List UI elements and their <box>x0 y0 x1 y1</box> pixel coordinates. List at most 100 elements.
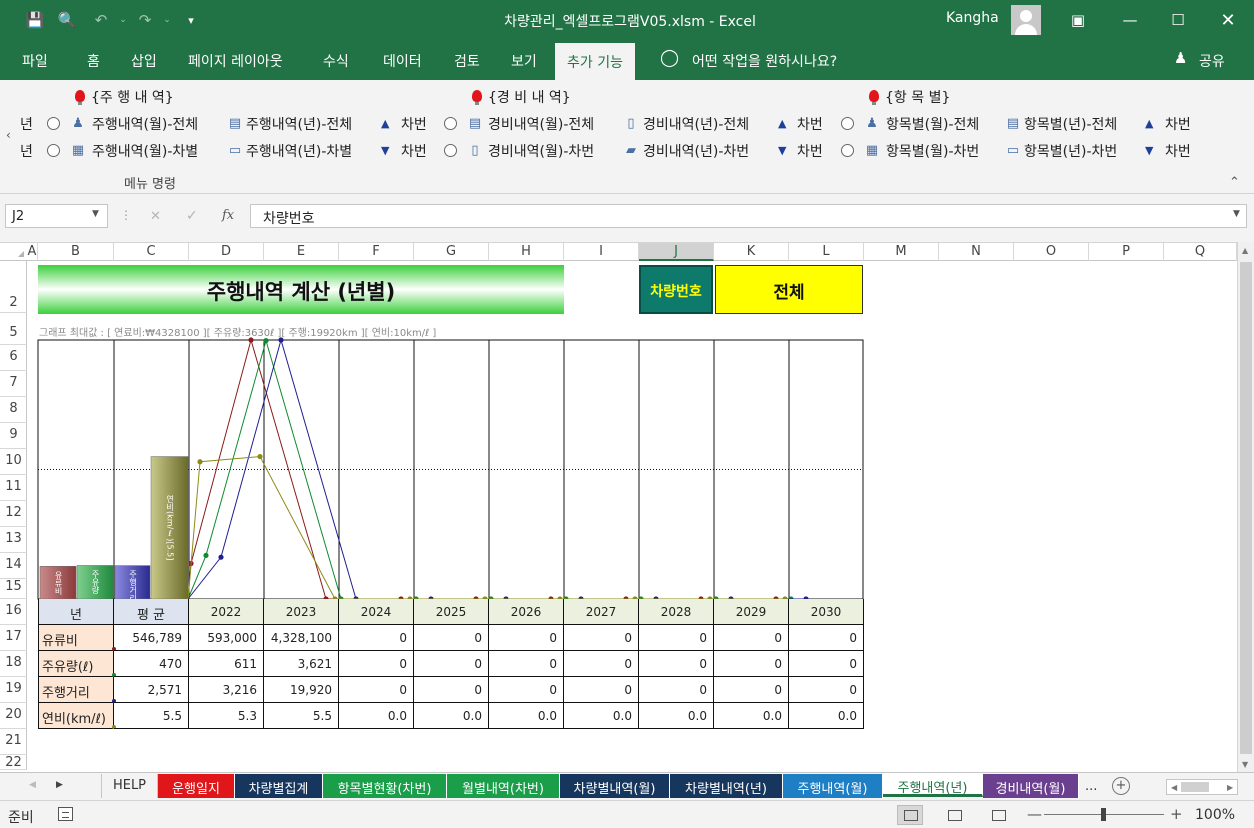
row-header[interactable]: 9 <box>0 423 27 449</box>
menu-car-number[interactable]: 차번 <box>797 114 823 134</box>
select-all-corner-icon[interactable] <box>18 251 24 257</box>
menu-driving-year-car[interactable]: 주행내역(년)-차별 <box>246 141 352 161</box>
value-cell[interactable]: 0 <box>564 625 639 651</box>
ribbon-scroll-left-icon[interactable]: ‹ <box>6 128 11 142</box>
sheet-tab[interactable]: 경비내역(월) <box>983 774 1079 798</box>
tab-add-ins[interactable]: 추가 기능 <box>555 43 635 80</box>
value-cell[interactable]: 0 <box>714 677 789 703</box>
row-header[interactable]: 13 <box>0 527 27 553</box>
row-header[interactable]: 16 <box>0 599 27 625</box>
value-cell[interactable]: 0.0 <box>339 703 414 729</box>
average-value-cell[interactable]: 546,789 <box>114 625 189 651</box>
value-cell[interactable]: 0 <box>414 625 489 651</box>
year-header-cell[interactable]: 년 <box>38 599 114 625</box>
value-cell[interactable]: 0 <box>564 651 639 677</box>
sheet-tab[interactable]: 차량별내역(년) <box>670 774 783 798</box>
menu-car-number[interactable]: 차번 <box>401 114 427 134</box>
menu-car-number[interactable]: 차번 <box>401 141 427 161</box>
tab-home[interactable]: 홈 <box>87 51 100 71</box>
year-cell[interactable]: 2028 <box>639 599 714 625</box>
tell-me-input[interactable]: 어떤 작업을 원하시나요? <box>692 51 837 71</box>
tab-insert[interactable]: 삽입 <box>131 51 157 71</box>
value-cell[interactable]: 0 <box>639 625 714 651</box>
scroll-down-icon[interactable]: ▼ <box>1242 760 1248 769</box>
row-header[interactable]: 21 <box>0 729 27 755</box>
year-cell[interactable]: 2024 <box>339 599 414 625</box>
tab-formulas[interactable]: 수식 <box>323 51 349 71</box>
value-cell[interactable]: 0 <box>714 625 789 651</box>
row-header[interactable]: 8 <box>0 397 27 423</box>
undo-icon[interactable]: ↶ <box>90 9 112 31</box>
row-label-cell[interactable]: 유류비 <box>38 625 116 651</box>
value-cell[interactable]: 593,000 <box>189 625 264 651</box>
value-cell[interactable]: 0 <box>789 625 864 651</box>
column-header[interactable]: G <box>414 243 489 261</box>
row-header[interactable]: 6 <box>0 345 27 371</box>
value-cell[interactable]: 0 <box>339 651 414 677</box>
value-cell[interactable]: 0 <box>639 651 714 677</box>
value-cell[interactable]: 0.0 <box>564 703 639 729</box>
sheet-tab[interactable]: 주행내역(년) <box>883 773 983 797</box>
save-icon[interactable]: 💾 <box>24 9 46 31</box>
vertical-scrollbar[interactable]: ▲ ▼ <box>1237 242 1254 772</box>
column-header[interactable]: E <box>264 243 339 261</box>
row-header[interactable]: 5 <box>0 325 27 345</box>
menu-car-number[interactable]: 차번 <box>1165 114 1191 134</box>
menu-expense-year-car[interactable]: 경비내역(년)-차번 <box>643 141 749 161</box>
check-icon[interactable]: ✓ <box>186 208 198 224</box>
row-header[interactable]: 10 <box>0 449 27 475</box>
menu-car-number[interactable]: 차번 <box>797 141 823 161</box>
value-cell[interactable]: 4,328,100 <box>264 625 339 651</box>
row-header[interactable]: 22 <box>0 755 27 770</box>
sheet-tab[interactable]: 차량별내역(월) <box>560 774 670 798</box>
year-cell[interactable]: 2026 <box>489 599 564 625</box>
sheet-tab[interactable]: 월별내역(차번) <box>447 774 560 798</box>
zoom-out-icon[interactable]: — <box>1027 805 1042 823</box>
value-cell[interactable]: 0 <box>414 651 489 677</box>
column-header[interactable]: O <box>1014 243 1089 261</box>
add-sheet-icon[interactable]: + <box>1112 777 1130 795</box>
radio-option[interactable] <box>47 144 60 157</box>
scroll-left-icon[interactable]: ◀ <box>1171 783 1177 792</box>
redo-icon[interactable]: ↷ <box>134 9 156 31</box>
value-cell[interactable]: 5.3 <box>189 703 264 729</box>
column-header[interactable]: K <box>714 243 789 261</box>
sheet-tab[interactable]: HELP <box>101 774 158 798</box>
value-cell[interactable]: 19,920 <box>264 677 339 703</box>
value-cell[interactable]: 0 <box>414 677 489 703</box>
value-cell[interactable]: 0.0 <box>789 703 864 729</box>
column-header[interactable]: B <box>38 243 114 261</box>
tab-review[interactable]: 검토 <box>454 51 480 71</box>
scroll-thumb[interactable] <box>1181 782 1209 792</box>
scroll-thumb[interactable] <box>1240 262 1252 754</box>
row-header[interactable]: 18 <box>0 651 27 677</box>
row-label-cell[interactable]: 주유량(ℓ) <box>38 651 116 677</box>
year-cell[interactable]: 2022 <box>189 599 264 625</box>
row-header[interactable]: 19 <box>0 677 27 703</box>
chevron-down-icon[interactable]: ▼ <box>92 209 99 219</box>
average-value-cell[interactable]: 470 <box>114 651 189 677</box>
value-cell[interactable]: 0 <box>564 677 639 703</box>
average-value-cell[interactable]: 2,571 <box>114 677 189 703</box>
menu-driving-month-car[interactable]: 주행내역(월)-차별 <box>92 141 198 161</box>
sheet-tab[interactable]: 주행내역(월) <box>783 774 883 798</box>
radio-option[interactable] <box>444 144 457 157</box>
value-cell[interactable]: 0 <box>339 677 414 703</box>
collapse-ribbon-icon[interactable]: ⌃ <box>1229 175 1240 190</box>
value-cell[interactable]: 5.5 <box>264 703 339 729</box>
undo-dropdown-icon[interactable]: ⌄ <box>112 9 134 31</box>
tab-view[interactable]: 보기 <box>511 51 537 71</box>
menu-item-month-car[interactable]: 항목별(월)-차번 <box>886 141 979 161</box>
column-header[interactable]: L <box>789 243 864 261</box>
radio-option[interactable] <box>841 144 854 157</box>
value-cell[interactable]: 0 <box>489 625 564 651</box>
menu-expense-month-car[interactable]: 경비내역(월)-차번 <box>488 141 594 161</box>
column-header[interactable]: I <box>564 243 639 261</box>
tab-file[interactable]: 파일 <box>22 51 48 71</box>
menu-item-year-car[interactable]: 항목별(년)-차번 <box>1024 141 1117 161</box>
column-header[interactable]: F <box>339 243 414 261</box>
scroll-up-icon[interactable]: ▲ <box>1242 246 1248 255</box>
avatar[interactable] <box>1011 5 1041 35</box>
radio-option[interactable] <box>47 117 60 130</box>
year-cell[interactable]: 2027 <box>564 599 639 625</box>
